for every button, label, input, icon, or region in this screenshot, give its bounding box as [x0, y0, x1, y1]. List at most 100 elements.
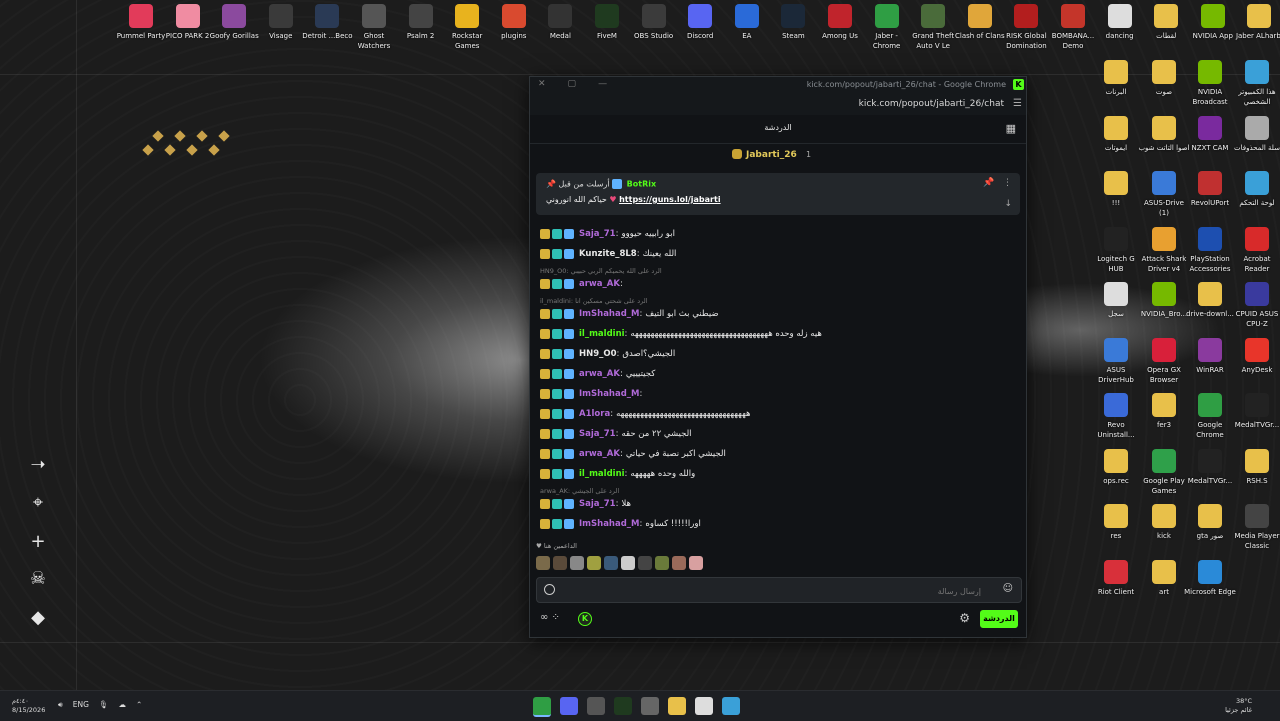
chat-message[interactable]: Kunzite_8L8: الله يعينك	[540, 247, 676, 265]
send-chat-button[interactable]: الدردشة	[980, 610, 1018, 628]
pinned-user[interactable]: BotRix	[627, 180, 656, 189]
desktop-icon[interactable]: MedalTVGr...	[1184, 448, 1236, 486]
chat-message-input[interactable]	[559, 583, 983, 599]
desktop-icon[interactable]: لقطات	[1140, 4, 1192, 41]
chevron-up-icon[interactable]: ⌃	[136, 700, 142, 710]
streamer-name[interactable]: Jabarti_26	[746, 150, 797, 160]
desktop-icon[interactable]: gta صور	[1184, 504, 1236, 541]
avatar[interactable]	[604, 556, 618, 570]
chat-message[interactable]: ImShahad_M: ضيطني بث ابو التيف	[540, 307, 719, 325]
avatar[interactable]	[553, 556, 567, 570]
gear-icon[interactable]: ⚙	[959, 611, 970, 625]
chat-message[interactable]: Saja_71: ابو رابييه حيووو	[540, 227, 675, 245]
chat-username[interactable]: A1lora	[579, 409, 610, 419]
desktop-icon[interactable]: سجل	[1090, 282, 1142, 319]
desktop-icon[interactable]: Riot Client	[1090, 559, 1142, 597]
chat-message[interactable]: arwa_AK: كجيتيييي	[540, 367, 655, 385]
skull-icon[interactable]: ☠	[27, 568, 49, 590]
clock[interactable]: ٤:٤٠م 8/15/2026	[12, 697, 45, 715]
page-options-icon[interactable]: ☰	[1013, 98, 1022, 109]
avatar[interactable]	[672, 556, 686, 570]
desktop-icon[interactable]: CPUID ASUS CPU-Z	[1231, 282, 1280, 329]
minimize-icon[interactable]: —	[598, 79, 607, 89]
desktop-icon[interactable]: Opera GX Browser	[1138, 337, 1190, 385]
weather-widget[interactable]: 38°C غائم جزئيا	[1225, 697, 1252, 715]
desktop-icon[interactable]: اصوا التاتت شوب	[1138, 115, 1190, 153]
streamer-bar[interactable]: Jabarti_26 1	[530, 144, 1026, 168]
discord-taskbar-icon[interactable]	[560, 697, 578, 715]
chat-message[interactable]: ImShahad_M: اورا!!!!! كساوه	[540, 517, 701, 535]
desktop-icon[interactable]: Among Us	[814, 4, 866, 41]
desktop-icon[interactable]: Ghost Watchers	[348, 4, 400, 51]
avatar[interactable]	[536, 556, 550, 570]
desktop-icon[interactable]: Rockstar Games	[441, 4, 493, 51]
desktop-icon[interactable]: Grand Theft Auto V Le	[907, 4, 959, 51]
url-text[interactable]: kick.com/popout/jabarti_26/chat	[859, 99, 1004, 109]
chat-message[interactable]: Saja_71: هلا	[540, 497, 631, 515]
desktop-icon[interactable]: EA	[721, 4, 773, 41]
desktop-icon[interactable]: ops.rec	[1090, 448, 1142, 486]
chat-message[interactable]: Saja_71: الجيشي ٢٢ من حقه	[540, 427, 692, 445]
desktop-icon[interactable]: PlayStation Accessories	[1184, 226, 1236, 274]
chat-username[interactable]: arwa_AK	[579, 449, 620, 459]
chat-commands-icon[interactable]: ▦	[1006, 122, 1016, 135]
desktop-icon[interactable]: OBS Studio	[628, 4, 680, 41]
chrome-taskbar-icon[interactable]	[533, 697, 551, 717]
desktop-icon[interactable]: FiveM	[581, 4, 633, 41]
avatar[interactable]	[570, 556, 584, 570]
chat-message[interactable]: arwa_AK:	[540, 277, 626, 295]
desktop-icon[interactable]: Google Chrome	[1184, 393, 1236, 440]
avatar[interactable]	[638, 556, 652, 570]
chat-username[interactable]: Saja_71	[579, 499, 616, 509]
reply-preview[interactable]: arwa_AK: الرد على الجيشي	[540, 487, 619, 495]
desktop-icon[interactable]: MedalTVGr...	[1231, 393, 1280, 430]
desktop-icon[interactable]: Medal	[534, 4, 586, 41]
desktop-icon[interactable]: WinRAR	[1184, 337, 1236, 375]
crosshair-icon[interactable]: ⌖	[27, 492, 49, 514]
desktop-icon[interactable]: Google Play Games	[1138, 448, 1190, 496]
desktop-icon[interactable]: Jaber - Chrome	[861, 4, 913, 51]
desktop-icon[interactable]: BOMBANA... Demo	[1047, 4, 1099, 51]
fivem-taskbar-icon[interactable]	[614, 697, 632, 715]
desktop-icon[interactable]: Acrobat Reader	[1231, 226, 1280, 274]
desktop-icon[interactable]: Logitech G HUB	[1090, 226, 1142, 274]
chat-message[interactable]: il_maldini: هيه زله وحده هههههههههههههههه…	[540, 327, 822, 345]
desktop-icon[interactable]: RSH.S	[1231, 448, 1280, 486]
reply-preview[interactable]: HN9_O0: الرد على الله يحميكم الربي حبيبي	[540, 267, 662, 275]
desktop-icon[interactable]: Attack Shark Driver v4	[1138, 226, 1190, 274]
desktop-icon[interactable]: Detroit ...Beco	[301, 4, 353, 41]
language-indicator[interactable]: ENG	[73, 700, 89, 710]
pinned-message[interactable]: 📌 أرسلت من قبل BotRix حياكم الله انوروني…	[536, 173, 1020, 215]
chat-username[interactable]: ImShahad_M	[579, 519, 640, 529]
chat-username[interactable]: ImShahad_M	[579, 309, 640, 319]
desktop-icon[interactable]: RevolUPort	[1184, 171, 1236, 208]
app-taskbar-icon[interactable]	[641, 697, 659, 715]
plus-icon[interactable]: +	[27, 531, 49, 553]
desktop-icon[interactable]: !!!	[1090, 171, 1142, 208]
emoji-icon[interactable]: ☺	[1003, 583, 1013, 594]
desktop-icon[interactable]: Jaber ALharbi	[1233, 4, 1280, 41]
desktop-icon[interactable]: NVIDIA_Bro...	[1138, 282, 1190, 319]
chat-message[interactable]: il_maldini: والله وحده هههههه	[540, 467, 695, 485]
desktop-icon[interactable]: Microsoft Edge	[1184, 559, 1236, 597]
desktop-icon[interactable]: NZXT CAM	[1184, 115, 1236, 153]
desktop-icon[interactable]: fer3	[1138, 393, 1190, 430]
close-window-icon[interactable]: ✕	[538, 79, 546, 89]
desktop-icon[interactable]: Pummel Party	[115, 4, 167, 41]
desktop-icon[interactable]: AnyDesk	[1231, 337, 1280, 375]
desktop-icon[interactable]: Clash of Clans	[954, 4, 1006, 41]
chat-username[interactable]: Kunzite_8L8	[579, 249, 637, 259]
expand-pinned-icon[interactable]: ↓	[1004, 199, 1012, 209]
desktop-icon[interactable]: plugins	[488, 4, 540, 41]
windows-start-icon[interactable]	[722, 697, 740, 715]
chat-username[interactable]: Saja_71	[579, 229, 616, 239]
infinity-icon[interactable]: ∞ ⁘	[540, 612, 560, 623]
desktop-icon[interactable]: هذا الكمبيوتر الشخصي	[1231, 60, 1280, 107]
chat-input-box[interactable]: ☺	[536, 577, 1022, 603]
desktop-icon[interactable]: Goofy Gorillas	[208, 4, 260, 41]
chat-message[interactable]: ImShahad_M:	[540, 387, 645, 405]
address-bar[interactable]: kick.com/popout/jabarti_26/chat ☰	[530, 93, 1026, 115]
desktop-icon[interactable]: Psalm 2	[395, 4, 447, 41]
desktop-icon[interactable]: Media Player Classic	[1231, 504, 1280, 551]
desktop-icon[interactable]: Steam	[767, 4, 819, 41]
